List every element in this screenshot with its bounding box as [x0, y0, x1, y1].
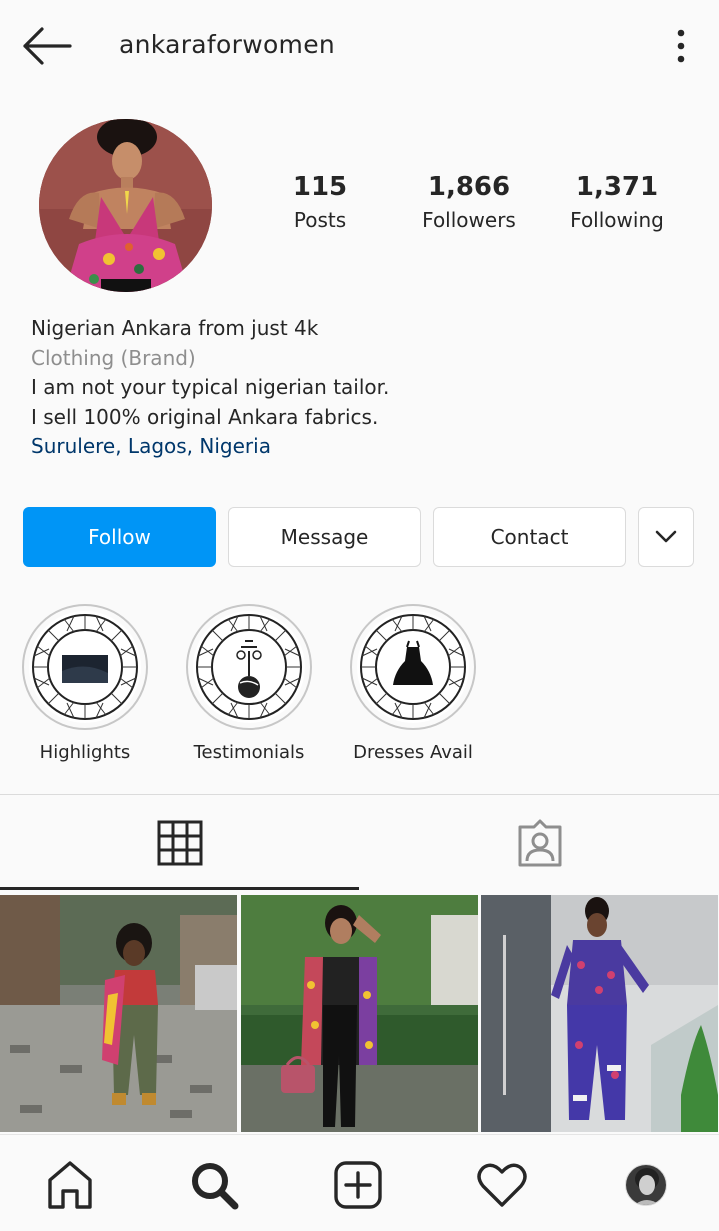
followers-count: 1,866	[427, 172, 511, 202]
follow-button[interactable]: Follow	[23, 507, 216, 567]
top-bar: ankaraforwomen	[0, 0, 719, 95]
post-thumbnail[interactable]	[241, 895, 478, 1132]
active-tab-indicator	[0, 887, 359, 890]
more-vertical-icon	[677, 29, 685, 63]
tagged-person-icon	[518, 819, 561, 867]
highlight-item[interactable]: Testimonials	[186, 604, 312, 763]
highlight-label: Dresses Avail	[353, 742, 473, 763]
highlight-cover	[350, 604, 476, 730]
profile-bio: Nigerian Ankara from just 4k Clothing (B…	[31, 314, 691, 462]
arrow-left-icon	[23, 27, 72, 65]
profile-username: ankaraforwomen	[119, 30, 336, 59]
highlight-label: Testimonials	[193, 742, 305, 763]
followers-stat[interactable]: 1,866 Followers	[394, 172, 544, 232]
tab-posts-grid[interactable]	[0, 795, 359, 891]
home-icon	[48, 1161, 92, 1209]
bottom-navigation	[0, 1134, 719, 1231]
bio-name: Nigerian Ankara from just 4k	[31, 316, 319, 340]
nav-profile-button[interactable]	[616, 1155, 676, 1215]
chevron-down-icon	[655, 530, 677, 543]
following-stat[interactable]: 1,371 Following	[542, 172, 692, 232]
tab-tagged[interactable]	[360, 795, 719, 891]
highlight-item[interactable]: Highlights	[22, 604, 148, 763]
nav-new-post-button[interactable]	[328, 1155, 388, 1215]
highlight-cover	[22, 604, 148, 730]
bio-line-2: I sell 100% original Ankara fabrics.	[31, 404, 379, 429]
nav-home-button[interactable]	[40, 1155, 100, 1215]
highlight-label: Highlights	[39, 742, 131, 763]
profile-tabs	[0, 795, 719, 891]
back-button[interactable]	[20, 26, 72, 66]
posts-label: Posts	[293, 208, 347, 232]
highlight-cover	[186, 604, 312, 730]
heart-icon	[477, 1163, 527, 1207]
following-label: Following	[570, 208, 664, 232]
highlight-item[interactable]: Dresses Avail	[350, 604, 476, 763]
bio-category: Clothing (Brand)	[31, 345, 196, 370]
post-thumbnail[interactable]	[0, 895, 237, 1132]
followers-label: Followers	[422, 208, 516, 232]
bio-location-link[interactable]: Surulere, Lagos, Nigeria	[31, 432, 691, 462]
nav-activity-button[interactable]	[472, 1155, 532, 1215]
profile-avatar[interactable]	[39, 119, 212, 292]
following-count: 1,371	[575, 172, 659, 202]
nav-search-button[interactable]	[184, 1155, 244, 1215]
post-thumbnail[interactable]	[481, 895, 718, 1132]
message-button[interactable]: Message	[228, 507, 421, 567]
bio-line-1: I am not your typical nigerian tailor.	[31, 375, 390, 399]
grid-icon	[157, 820, 202, 866]
contact-button[interactable]: Contact	[433, 507, 626, 567]
posts-count: 115	[292, 172, 348, 202]
more-options-button[interactable]	[668, 26, 694, 66]
search-icon	[192, 1163, 239, 1210]
posts-stat[interactable]: 115 Posts	[245, 172, 395, 232]
suggested-accounts-button[interactable]	[638, 507, 694, 567]
profile-avatar-small	[625, 1164, 667, 1206]
add-post-icon	[334, 1161, 382, 1209]
